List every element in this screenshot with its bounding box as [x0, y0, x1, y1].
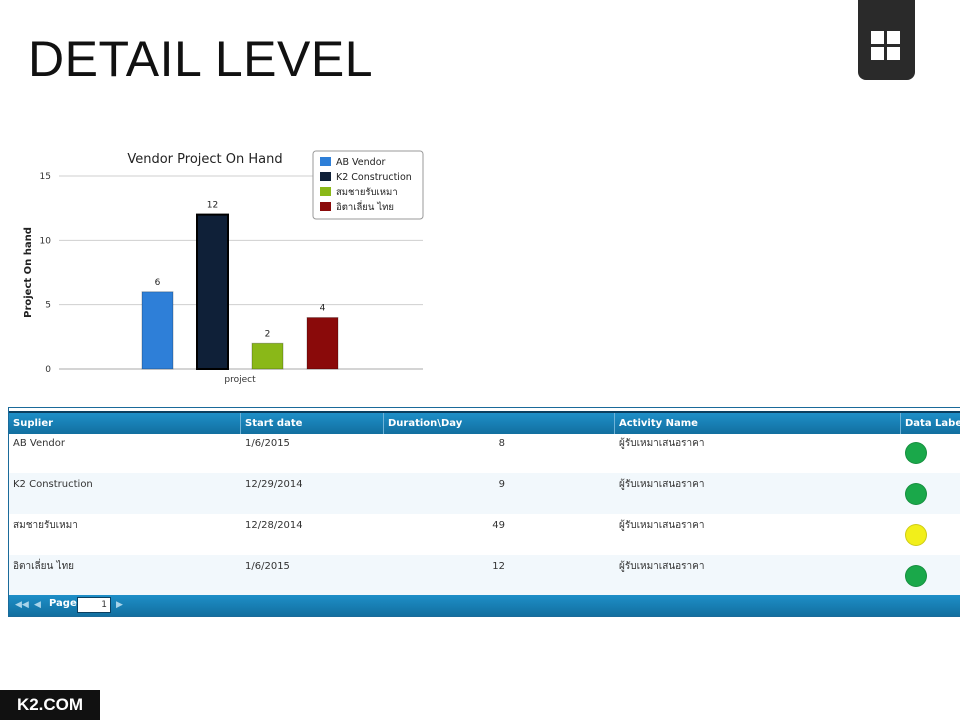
grid-pager: ◀◀ ◀ Page ▶	[9, 595, 960, 616]
column-header-duration[interactable]: Duration\Day	[384, 413, 615, 434]
legend-label: อิตาเลี่ยน ไทย	[336, 200, 394, 213]
duration-cell: 9	[498, 479, 505, 490]
bar-data-label: 4	[320, 304, 326, 314]
activity-cell: ผู้รับเหมาเสนอราคา	[619, 520, 705, 531]
status-dot-icon	[905, 524, 927, 546]
bar	[251, 342, 284, 370]
legend-swatch	[320, 157, 331, 166]
bar	[141, 291, 174, 370]
chart-svg: Vendor Project On Hand 0 5 10 15 Project On h…	[23, 150, 424, 385]
slide-title: DETAIL LEVEL	[28, 31, 374, 87]
data-label-cell	[901, 514, 960, 555]
legend-label: สมชายรับเหมา	[336, 187, 398, 198]
duration-cell: 12	[492, 561, 505, 572]
status-dot-icon	[905, 565, 927, 587]
y-tick-label: 10	[40, 236, 52, 246]
y-tick-label: 5	[45, 301, 51, 311]
column-header-start-date[interactable]: Start date	[241, 413, 384, 434]
supplier-cell: K2 Construction	[13, 479, 93, 490]
brand-label: K2.COM	[0, 690, 100, 720]
legend-label: AB Vendor	[336, 157, 386, 168]
start-date-cell: 1/6/2015	[245, 438, 290, 449]
duration-cell: 49	[492, 520, 505, 531]
page-number-input[interactable]	[77, 597, 111, 613]
column-header-data-label[interactable]: Data Label	[901, 413, 960, 434]
start-date-cell: 1/6/2015	[245, 561, 290, 572]
legend-swatch	[320, 187, 331, 196]
legend-label: K2 Construction	[336, 172, 412, 183]
activity-cell: ผู้รับเหมาเสนอราคา	[619, 561, 705, 572]
first-page-icon[interactable]: ◀◀	[15, 600, 29, 610]
pager-label: Page	[49, 598, 77, 609]
data-label-cell	[901, 432, 960, 473]
legend-swatch	[320, 202, 331, 211]
legend-swatch	[320, 172, 331, 181]
data-label-cell	[901, 555, 960, 596]
y-tick-label: 0	[45, 365, 51, 375]
data-label-cell	[901, 473, 960, 514]
duration-cell: 8	[498, 438, 505, 449]
status-dot-icon	[905, 483, 927, 505]
vendor-chart: Vendor Project On Hand 0 5 10 15 Project On h…	[15, 140, 435, 390]
k2-logo-icon	[858, 0, 915, 80]
start-date-cell: 12/28/2014	[245, 520, 303, 531]
bar-data-label: 12	[207, 201, 218, 211]
start-date-cell: 12/29/2014	[245, 479, 303, 490]
table-row[interactable]: อิตาเลี่ยน ไทย 1/6/2015 12 ผู้รับเหมาเสน…	[9, 555, 960, 596]
table-row[interactable]: สมชายรับเหมา 12/28/2014 49 ผู้รับเหมาเสน…	[9, 514, 960, 555]
chart-title: Vendor Project On Hand	[127, 152, 282, 167]
previous-page-icon[interactable]: ◀	[34, 600, 41, 610]
y-tick-label: 15	[40, 172, 51, 182]
grid-header: Suplier Start date Duration\Day Activity…	[9, 411, 960, 434]
y-axis-label: Project On hand	[23, 227, 34, 318]
table-row[interactable]: AB Vendor 1/6/2015 8 ผู้รับเหมาเสนอราคา	[9, 432, 960, 473]
x-tick-label: project	[224, 375, 256, 385]
vendor-grid: Suplier Start date Duration\Day Activity…	[8, 407, 960, 617]
status-dot-icon	[905, 442, 927, 464]
bar-data-label: 2	[265, 329, 271, 339]
column-header-supplier[interactable]: Suplier	[9, 413, 241, 434]
column-header-activity[interactable]: Activity Name	[615, 413, 901, 434]
bar	[306, 317, 339, 370]
activity-cell: ผู้รับเหมาเสนอราคา	[619, 479, 705, 490]
activity-cell: ผู้รับเหมาเสนอราคา	[619, 438, 705, 449]
bar-data-label: 6	[155, 278, 161, 288]
bar	[196, 213, 229, 370]
supplier-cell: สมชายรับเหมา	[13, 520, 78, 531]
supplier-cell: AB Vendor	[13, 438, 66, 449]
next-page-icon[interactable]: ▶	[116, 600, 123, 610]
table-row[interactable]: K2 Construction 12/29/2014 9 ผู้รับเหมาเ…	[9, 473, 960, 514]
supplier-cell: อิตาเลี่ยน ไทย	[13, 561, 75, 572]
